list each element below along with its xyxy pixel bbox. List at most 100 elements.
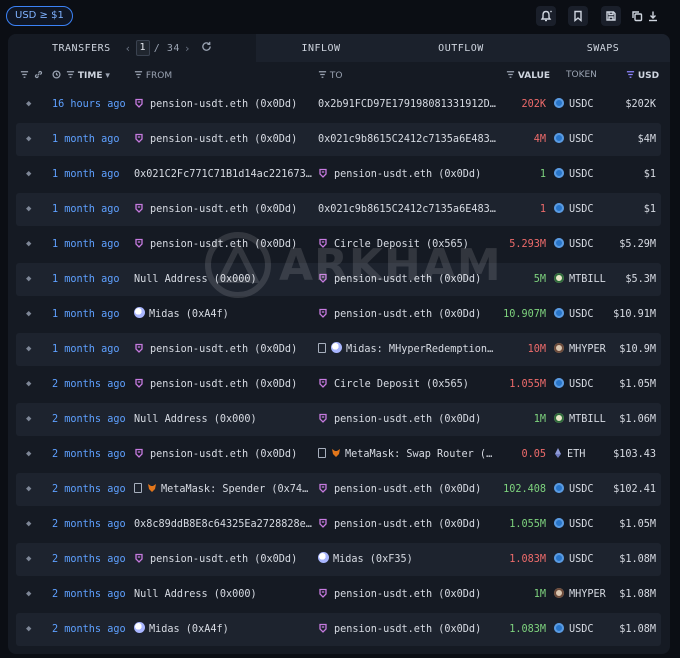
value-amount: 1.055M <box>509 379 546 390</box>
from-address-label: Null Address (0x000) <box>134 274 257 285</box>
chain-icon: ◆ <box>26 589 32 599</box>
table-row[interactable]: ◆ 2 months ago pension-usdt.eth (0x0Dd) Cir… <box>16 368 661 401</box>
token-cell[interactable]: USDC <box>554 158 614 191</box>
time-column-header[interactable]: TIME ▾ <box>66 70 110 81</box>
from-address[interactable]: 0x021C2Fc771C71B1d14ac221673… <box>134 158 316 191</box>
direction-filter-icon[interactable] <box>20 70 29 81</box>
time-link[interactable]: 1 month ago <box>52 158 136 191</box>
table-row[interactable]: ◆ 1 month ago pension-usdt.eth (0x0Dd) Mida… <box>16 333 661 366</box>
page-number-input[interactable]: 1 <box>135 40 150 56</box>
token-cell[interactable]: MHYPER <box>554 333 614 366</box>
table-row[interactable]: ◆ 2 months ago Null Address (0x000) pension… <box>16 578 661 611</box>
token-column-header[interactable]: TOKEN <box>566 70 597 80</box>
time-link[interactable]: 1 month ago <box>52 228 136 261</box>
link-icon[interactable] <box>34 70 43 81</box>
table-row[interactable]: ◆ 16 hours ago pension-usdt.eth (0x0Dd) 0x2… <box>16 88 661 121</box>
time-link[interactable]: 2 months ago <box>52 508 136 541</box>
token-cell[interactable]: USDC <box>554 88 614 121</box>
time-link[interactable]: 2 months ago <box>52 368 136 401</box>
to-column-header[interactable]: TO <box>318 70 342 81</box>
time-link[interactable]: 1 month ago <box>52 333 136 366</box>
from-address[interactable]: pension-usdt.eth (0x0Dd) <box>134 193 316 226</box>
from-address[interactable]: Midas (0xA4f) <box>134 298 316 331</box>
chain-icon: ◆ <box>26 554 32 564</box>
table-row[interactable]: ◆ 1 month ago Null Address (0x000) pension-… <box>16 263 661 296</box>
usdc-token-icon <box>554 238 564 248</box>
token-symbol: MTBILL <box>569 274 606 285</box>
download-icon[interactable] <box>643 6 663 26</box>
time-link[interactable]: 2 months ago <box>52 578 136 611</box>
token-cell[interactable]: MTBILL <box>554 263 614 296</box>
table-row[interactable]: ◆ 2 months ago MetaMask: Spender (0x74… pen… <box>16 473 661 506</box>
token-cell[interactable]: USDC <box>554 193 614 226</box>
table-row[interactable]: ◆ 1 month ago Midas (0xA4f) pension-usdt.et… <box>16 298 661 331</box>
time-link[interactable]: 2 months ago <box>52 613 136 646</box>
value-column-header[interactable]: VALUE <box>506 70 550 81</box>
from-address[interactable]: Null Address (0x000) <box>134 578 316 611</box>
table-row[interactable]: ◆ 2 months ago Null Address (0x000) pension… <box>16 403 661 436</box>
table-row[interactable]: ◆ 1 month ago pension-usdt.eth (0x0Dd) Circ… <box>16 228 661 261</box>
token-cell[interactable]: ETH <box>554 438 614 471</box>
usdc-token-icon <box>554 623 564 633</box>
from-address[interactable]: Null Address (0x000) <box>134 263 316 296</box>
token-cell[interactable]: MHYPER <box>554 578 614 611</box>
next-page-icon[interactable]: › <box>184 42 191 55</box>
from-address[interactable]: pension-usdt.eth (0x0Dd) <box>134 368 316 401</box>
usd-column-header[interactable]: USD <box>626 70 659 81</box>
token-cell[interactable]: USDC <box>554 613 614 646</box>
time-link[interactable]: 16 hours ago <box>52 88 136 121</box>
entity-icon <box>318 264 328 283</box>
from-address[interactable]: pension-usdt.eth (0x0Dd) <box>134 228 316 261</box>
value-amount: 0.05 <box>521 449 546 460</box>
table-row[interactable]: ◆ 2 months ago pension-usdt.eth (0x0Dd) Mid… <box>16 543 661 576</box>
chain-icon: ◆ <box>26 309 32 319</box>
token-cell[interactable]: USDC <box>554 508 614 541</box>
table-row[interactable]: ◆ 1 month ago pension-usdt.eth (0x0Dd) 0x02… <box>16 193 661 226</box>
time-link[interactable]: 2 months ago <box>52 403 136 436</box>
entity-icon <box>134 194 144 213</box>
to-address-label: pension-usdt.eth (0x0Dd) <box>334 274 482 285</box>
clock-icon[interactable] <box>52 70 61 81</box>
from-address[interactable]: MetaMask: Spender (0x74… <box>134 473 316 506</box>
from-address[interactable]: Midas (0xA4f) <box>134 613 316 646</box>
time-link[interactable]: 1 month ago <box>52 298 136 331</box>
from-address[interactable]: pension-usdt.eth (0x0Dd) <box>134 333 316 366</box>
from-address[interactable]: pension-usdt.eth (0x0Dd) <box>134 543 316 576</box>
time-link[interactable]: 2 months ago <box>52 543 136 576</box>
tab-outflow[interactable]: OUTFLOW <box>386 34 536 62</box>
time-link[interactable]: 2 months ago <box>52 438 136 471</box>
from-address[interactable]: 0x8c89ddB8E8c64325Ea2728828e… <box>134 508 316 541</box>
from-address[interactable]: pension-usdt.eth (0x0Dd) <box>134 438 316 471</box>
time-link[interactable]: 1 month ago <box>52 193 136 226</box>
usdc-token-icon <box>554 308 564 318</box>
usdc-token-icon <box>554 168 564 178</box>
table-row[interactable]: ◆ 2 months ago pension-usdt.eth (0x0Dd) Met… <box>16 438 661 471</box>
token-cell[interactable]: USDC <box>554 228 614 261</box>
token-cell[interactable]: USDC <box>554 473 614 506</box>
from-address[interactable]: pension-usdt.eth (0x0Dd) <box>134 88 316 121</box>
prev-page-icon[interactable]: ‹ <box>125 42 132 55</box>
token-cell[interactable]: USDC <box>554 123 614 156</box>
tab-transfers[interactable]: TRANSFERS ‹ 1 / 34 › <box>8 34 256 62</box>
table-row[interactable]: ◆ 1 month ago 0x021C2Fc771C71B1d14ac221673… <box>16 158 661 191</box>
from-column-header[interactable]: FROM <box>134 70 172 81</box>
usd-filter-pill[interactable]: USD ≥ $1 <box>6 6 73 26</box>
time-link[interactable]: 2 months ago <box>52 473 136 506</box>
table-row[interactable]: ◆ 2 months ago Midas (0xA4f) pension-usdt.e… <box>16 613 661 646</box>
time-link[interactable]: 1 month ago <box>52 263 136 296</box>
bookmark-icon[interactable] <box>568 6 588 26</box>
token-cell[interactable]: USDC <box>554 543 614 576</box>
table-row[interactable]: ◆ 2 months ago 0x8c89ddB8E8c64325Ea2728828… <box>16 508 661 541</box>
tab-swaps[interactable]: SWAPS <box>536 34 670 62</box>
token-cell[interactable]: USDC <box>554 368 614 401</box>
from-address[interactable]: Null Address (0x000) <box>134 403 316 436</box>
refresh-icon[interactable] <box>201 41 212 55</box>
alert-icon[interactable] <box>536 6 556 26</box>
time-link[interactable]: 1 month ago <box>52 123 136 156</box>
from-address[interactable]: pension-usdt.eth (0x0Dd) <box>134 123 316 156</box>
token-cell[interactable]: MTBILL <box>554 403 614 436</box>
token-cell[interactable]: USDC <box>554 298 614 331</box>
save-icon[interactable] <box>601 6 621 26</box>
tab-inflow[interactable]: INFLOW <box>256 34 386 62</box>
table-row[interactable]: ◆ 1 month ago pension-usdt.eth (0x0Dd) 0x02… <box>16 123 661 156</box>
